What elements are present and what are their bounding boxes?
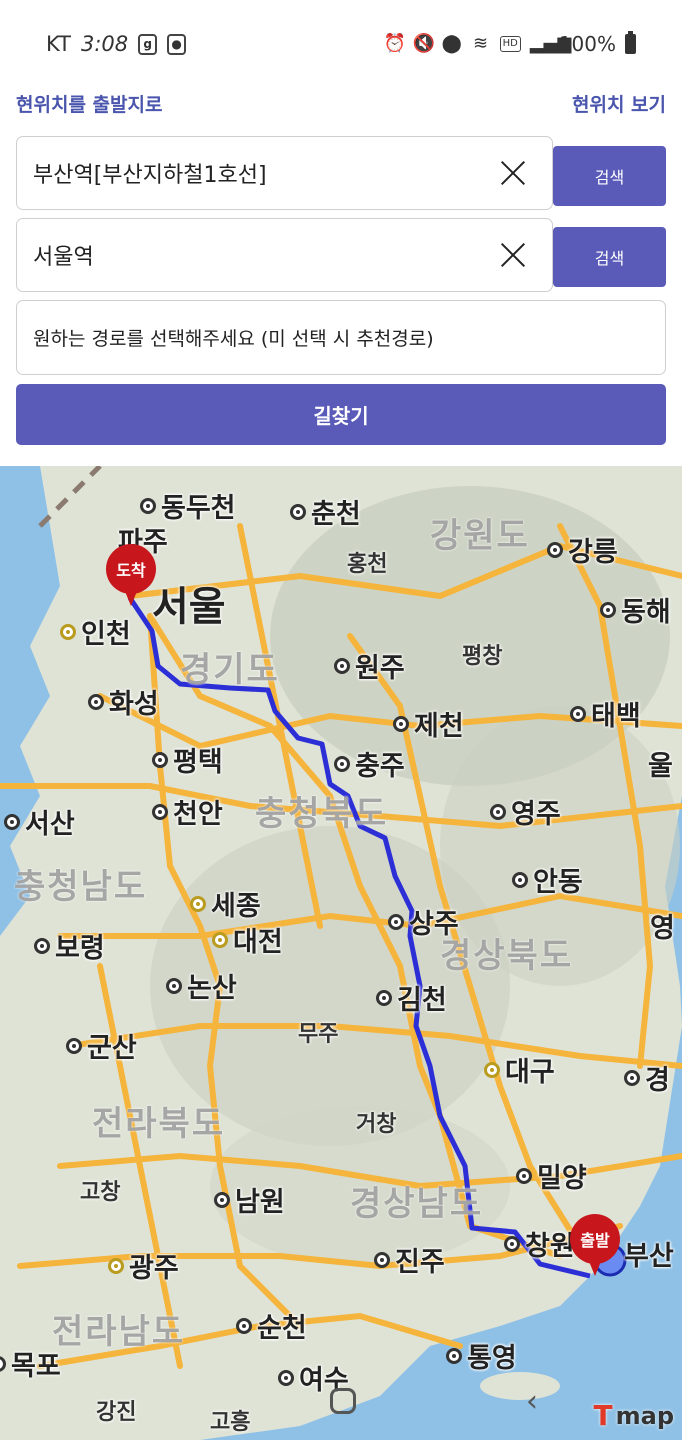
town-label: 무주 [298,1022,339,1047]
town-label: 평창 [462,644,503,669]
origin-marker[interactable]: 출발 [570,1214,620,1278]
region-label: 전라북도 [92,1104,226,1144]
status-bar: KT 3:08 g ● ⏰ 🔇 ⬤ ≋ HD ▂▄▆ 100% [0,0,682,88]
region-label: 강원도 [430,516,530,556]
city-label: 대전 [212,920,283,959]
city-label: 제천 [393,704,464,743]
city-label: 원주 [334,646,405,685]
signal-icon: ▂▄▆ [529,33,572,54]
capital-label: 서울 [152,584,226,630]
tmap-logo: Tmap [593,1399,675,1432]
city-label: 광주 [108,1246,179,1285]
city-label: 영주 [490,792,561,831]
city-label: 화성 [88,682,159,721]
city-label: 순천 [236,1306,307,1345]
city-label: 목포 [0,1344,61,1383]
city-label: 울 [648,751,673,782]
city-label: 안동 [512,860,583,899]
route-select[interactable]: 원하는 경로를 선택해주세요 (미 선택 시 추천경로) [16,300,666,375]
city-label: 보령 [34,926,105,965]
city-label: 평택 [152,740,223,779]
city-label: 영 [650,913,675,944]
mute-icon: 🔇 [412,33,435,54]
city-label: 태백 [570,694,641,733]
clear-origin-icon[interactable] [500,160,526,186]
city-label: 통영 [446,1336,517,1375]
region-label: 경상북도 [440,936,574,976]
town-label: 고흥 [210,1410,251,1435]
city-label: 군산 [66,1026,137,1065]
town-label: 거창 [356,1112,397,1137]
clear-destination-icon[interactable] [500,242,526,268]
region-label: 경상남도 [350,1184,484,1224]
city-label: 부산 [624,1241,674,1272]
city-label: 강릉 [547,530,618,569]
alarm-icon: ⏰ [383,33,406,54]
city-label: 남원 [214,1180,285,1219]
destination-search-button[interactable]: 검색 [553,227,666,287]
battery-icon [625,31,636,54]
city-label: 인천 [60,612,131,651]
view-current-location-link[interactable]: 현위치 보기 [572,90,666,117]
wifi-icon: ≋ [473,33,489,54]
city-label: 경 [624,1058,670,1097]
location-icon: ⬤ [441,33,462,54]
city-label: 논산 [166,966,237,1005]
link-row: 현위치를 출발지로 현위치 보기 [16,88,666,118]
town-label: 홍천 [347,552,388,577]
origin-field[interactable]: 부산역[부산지하철1호선] [16,136,553,210]
destination-field[interactable]: 서울역 [16,218,553,292]
origin-value: 부산역[부산지하철1호선] [33,163,267,188]
origin-search-button[interactable]: 검색 [553,146,666,206]
city-label: 김천 [376,978,447,1017]
city-label: 충주 [334,744,405,783]
clock: 3:08 [80,32,129,56]
city-label: 춘천 [290,492,361,531]
destination-value: 서울역 [33,245,94,270]
city-label: 상주 [388,902,459,941]
find-route-button[interactable]: 길찾기 [16,384,666,445]
region-label: 충청북도 [255,794,389,834]
battery-percent: 100% [558,32,616,56]
notification-g-icon: g [138,33,158,55]
region-label: 전라남도 [52,1312,186,1352]
carrier-label: KT [46,32,71,56]
city-label: 대구 [484,1050,555,1089]
region-label: 경기도 [180,650,280,690]
city-label: 밀양 [516,1156,587,1195]
back-nav-icon[interactable]: ‹ [526,1384,538,1419]
destination-marker[interactable]: 도착 [106,544,156,608]
city-label: 천안 [152,792,223,831]
city-label: 창원 [504,1224,575,1263]
city-label: 서산 [4,802,75,841]
home-nav-button[interactable] [330,1388,356,1414]
use-current-location-link[interactable]: 현위치를 출발지로 [16,90,162,117]
city-label: 진주 [374,1240,445,1279]
region-label: 충청남도 [14,867,148,907]
town-label: 고창 [80,1180,121,1205]
city-label: 동해 [600,590,671,629]
town-label: 강진 [96,1400,137,1425]
notification-app-icon: ● [167,33,187,55]
city-label: 세종 [190,884,261,923]
map-view[interactable]: 강원도 경기도 충청북도 충청남도 경상북도 전라북도 경상남도 전라남도 서울… [0,466,682,1440]
hd-voice-icon: HD [499,36,521,52]
